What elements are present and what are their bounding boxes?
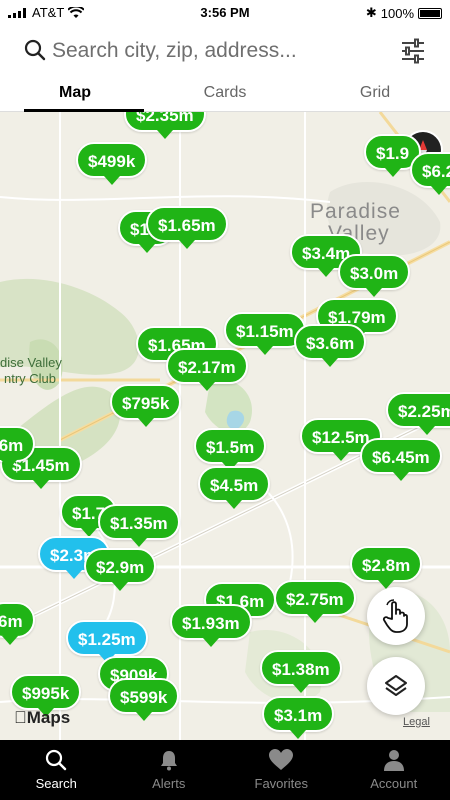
price-pin[interactable]: $6.45m bbox=[360, 438, 442, 481]
tab-map[interactable]: Map bbox=[0, 76, 150, 112]
maps-logo-text: Maps bbox=[14, 708, 70, 727]
price-pin[interactable]: $499k bbox=[76, 142, 148, 185]
tab-grid[interactable]: Grid bbox=[300, 76, 450, 111]
price-pin[interactable]: $3.0m bbox=[338, 254, 411, 297]
price-pin[interactable]: $2.25m bbox=[386, 392, 450, 435]
price-pin[interactable]: $995k bbox=[10, 674, 82, 717]
nav-alerts[interactable]: Alerts bbox=[113, 740, 226, 800]
price-pin[interactable]: 6m bbox=[0, 602, 35, 645]
area-label-paradise: Paradise bbox=[310, 200, 401, 223]
bell-icon bbox=[160, 751, 177, 771]
nav-favorites-label: Favorites bbox=[254, 776, 308, 791]
bluetooth-icon: ✱ bbox=[365, 5, 377, 20]
price-pin[interactable]: $6.2 bbox=[410, 152, 450, 195]
search-bar bbox=[0, 26, 450, 76]
price-pin[interactable]: $4.5m bbox=[198, 466, 271, 509]
search-icon bbox=[46, 749, 67, 771]
nav-favorites[interactable]: Favorites bbox=[225, 740, 338, 800]
battery-label: 100% bbox=[380, 5, 414, 21]
maps-logo: Maps bbox=[14, 708, 70, 728]
draw-area-button[interactable] bbox=[367, 587, 425, 645]
club-label-2: ntry Club bbox=[4, 371, 57, 386]
price-pin[interactable]: $2.75m bbox=[274, 580, 356, 623]
price-pin[interactable]: $3.1m bbox=[262, 696, 335, 739]
price-pin[interactable]: $1.93m bbox=[170, 604, 252, 647]
tab-cards[interactable]: Cards bbox=[150, 76, 300, 111]
bottom-nav: Search Alerts Favorites Account bbox=[0, 740, 450, 800]
search-input[interactable] bbox=[52, 36, 382, 66]
battery-icon bbox=[418, 7, 442, 19]
price-pin[interactable]: $2.17m bbox=[166, 348, 248, 391]
status-bar: AT&T 3:56 PM ✱ 100% bbox=[0, 0, 450, 26]
price-pin[interactable]: $3.6m bbox=[294, 324, 367, 367]
nav-account[interactable]: Account bbox=[338, 740, 450, 800]
nav-search[interactable]: Search bbox=[0, 740, 113, 800]
heart-icon bbox=[269, 749, 294, 770]
map-layers-button[interactable] bbox=[367, 657, 425, 715]
layers-icon bbox=[385, 675, 407, 696]
price-pin[interactable]: $599k bbox=[108, 678, 180, 721]
nav-alerts-label: Alerts bbox=[152, 776, 186, 791]
price-pin[interactable]: $1.5m bbox=[194, 428, 267, 471]
price-pin[interactable]: $1.65m bbox=[146, 206, 228, 249]
filter-sliders-icon[interactable] bbox=[400, 38, 426, 64]
price-pin[interactable]: $795k bbox=[110, 384, 182, 427]
view-tabs: Map Cards Grid bbox=[0, 76, 450, 112]
map-view[interactable]: Paradise Valley dise Valley ntry Club $2… bbox=[0, 112, 450, 740]
price-pin[interactable]: $2.9m bbox=[84, 548, 157, 591]
price-pin[interactable]: $1.35m bbox=[98, 504, 180, 547]
person-icon bbox=[383, 750, 404, 771]
price-pin[interactable]: $2.35m bbox=[124, 112, 206, 139]
price-pin-selected[interactable]: $1.25m bbox=[66, 620, 148, 663]
club-label-1: dise Valley bbox=[0, 355, 62, 370]
nav-account-label: Account bbox=[370, 776, 418, 791]
nav-search-label: Search bbox=[35, 776, 77, 791]
search-icon bbox=[24, 39, 46, 61]
price-pin[interactable]: $2.8m bbox=[350, 546, 423, 589]
legal-link[interactable]: Legal bbox=[403, 716, 430, 728]
hand-pointer-icon bbox=[382, 599, 408, 633]
status-right: ✱ 100% bbox=[366, 5, 442, 21]
price-pin[interactable]: $1.38m bbox=[260, 650, 342, 693]
